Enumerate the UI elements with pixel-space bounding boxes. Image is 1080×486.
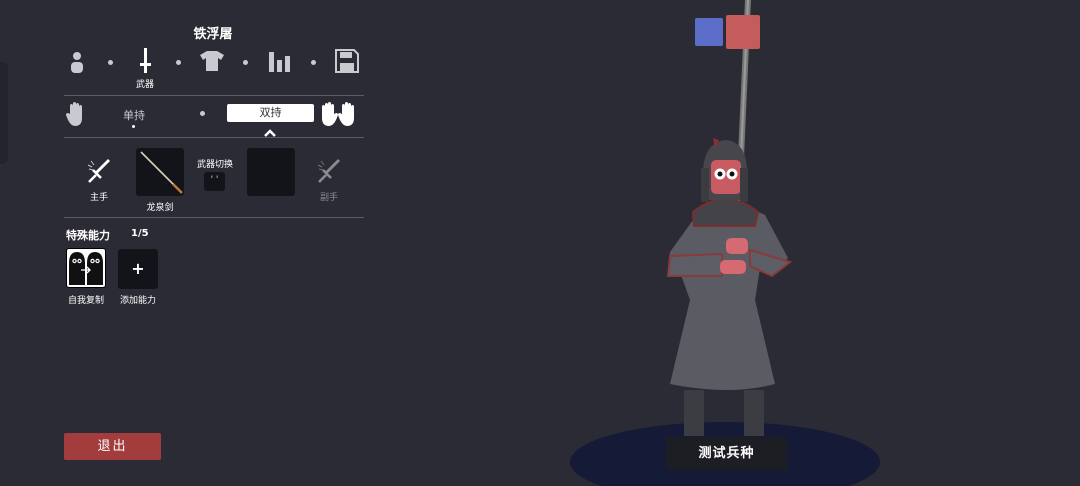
longquan-sword-icon [140,151,183,194]
off-hand-sword-icon [316,159,342,185]
stats-icon[interactable] [266,50,292,72]
off-hand-weapon-slot[interactable] [247,148,295,196]
ability-self-replicate-card[interactable] [66,248,106,288]
side-panel-tab[interactable] [0,62,8,164]
step-separator [243,60,248,65]
unit-name-title: 铁浮屠 [193,27,233,42]
weapon-switch-label: 武器切换 [196,160,233,170]
main-hand-sword-icon [86,159,112,185]
chevron-up-icon [264,122,276,137]
ability-self-replicate-label: 自我复制 [67,296,104,306]
step-separator [311,60,316,65]
single-hand-icon[interactable] [66,102,88,126]
divider [64,95,364,96]
grip-option-single[interactable]: 单持 [115,107,153,123]
save-icon[interactable] [334,48,360,74]
divider [64,217,364,218]
main-hand-label: 主手 [89,193,108,203]
step-separator [108,60,113,65]
weapon-icon[interactable] [135,48,155,74]
weapon-switch-key[interactable]: ' ' [204,172,225,191]
divider [64,137,364,138]
add-ability-label: 添加能力 [119,296,156,306]
dual-hands-icon[interactable] [318,102,358,126]
step-label-weapon: 武器 [135,80,154,90]
unit-preview-scene [570,0,880,486]
team-red-swatch[interactable] [726,15,760,49]
iron-pagoda-unit [666,138,793,436]
off-hand-label: 副手 [319,193,338,203]
grip-indicator-dot [132,125,135,128]
team-blue-swatch[interactable] [695,18,723,46]
main-weapon-name: 龙泉剑 [146,203,174,213]
abilities-title: 特殊能力 [66,229,110,242]
step-separator [176,60,181,65]
exit-button[interactable]: 退出 [64,433,161,460]
unit-icon[interactable] [66,50,88,74]
armor-icon[interactable] [199,50,225,72]
grip-separator [200,111,205,116]
self-replicate-icon [69,252,103,285]
grip-option-dual[interactable]: 双持 [227,104,314,122]
test-unit-button[interactable]: 测试兵种 [666,437,787,470]
add-ability-button[interactable]: + [118,249,158,289]
abilities-count: 1/5 [131,228,149,239]
main-hand-weapon-slot[interactable] [136,148,184,196]
